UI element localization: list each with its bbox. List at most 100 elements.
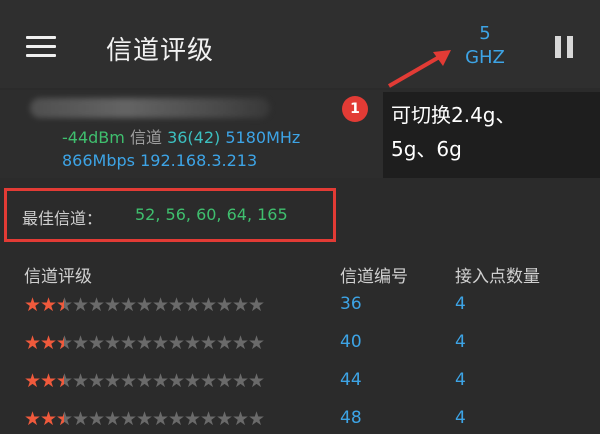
star-icon: ★ [232, 294, 249, 316]
ap-count: 4 [455, 408, 466, 428]
star-icon: ★ [104, 294, 121, 316]
star-icon: ★ [88, 370, 105, 392]
star-icon: ★ [184, 370, 201, 392]
best-channel-label: 最佳信道： [22, 209, 103, 228]
star-icon: ★ [24, 370, 41, 392]
band-tooltip: 可切换2.4g、 5g、6g [383, 92, 600, 178]
star-icon: ★ [200, 294, 217, 316]
ap-count: 4 [455, 332, 466, 352]
connection-line-2: 866Mbps 192.168.3.213 [62, 151, 257, 170]
star-icon: ★★ [56, 370, 73, 392]
star-icon: ★ [248, 332, 265, 354]
channel-number: 44 [340, 370, 362, 390]
star-icon: ★ [104, 332, 121, 354]
star-icon: ★ [216, 294, 233, 316]
channel-number: 40 [340, 332, 362, 352]
column-header-rating: 信道评级 [24, 267, 92, 287]
channel-row[interactable]: ★★★★★★★★★★★★★★★★ 36 4 [0, 290, 600, 320]
annotation-badge: 1 [342, 96, 368, 122]
ip-address: 192.168.3.213 [140, 151, 258, 170]
star-icon: ★ [72, 294, 89, 316]
star-icon: ★ [232, 332, 249, 354]
star-icon: ★ [88, 332, 105, 354]
star-icon: ★ [104, 408, 121, 430]
band-unit: GHZ [465, 47, 505, 68]
star-icon: ★ [184, 408, 201, 430]
star-icon: ★★ [56, 408, 73, 430]
star-icon: ★ [120, 370, 137, 392]
ap-count: 4 [455, 294, 466, 314]
star-icon: ★ [24, 294, 41, 316]
app-bar: 信道评级 5 GHZ [0, 0, 600, 88]
rating-stars: ★★★★★★★★★★★★★★★★ [24, 294, 265, 316]
star-icon: ★ [40, 408, 57, 430]
star-icon: ★ [104, 370, 121, 392]
channel-row[interactable]: ★★★★★★★★★★★★★★★★ 40 4 [0, 328, 600, 358]
star-icon: ★ [216, 408, 233, 430]
star-icon: ★ [200, 370, 217, 392]
star-icon: ★ [200, 408, 217, 430]
star-icon: ★ [200, 332, 217, 354]
star-icon: ★ [232, 408, 249, 430]
rating-stars: ★★★★★★★★★★★★★★★★ [24, 370, 265, 392]
column-header-ap-count: 接入点数量 [455, 267, 540, 287]
star-icon: ★ [168, 294, 185, 316]
band-toggle-button[interactable]: 5 GHZ [452, 22, 518, 70]
star-icon: ★ [216, 370, 233, 392]
connection-info: -44dBm 信道 36(42) 5180MHz 866Mbps 192.168… [0, 90, 390, 178]
frequency: 5180MHz [225, 128, 301, 147]
star-icon: ★★ [56, 294, 73, 316]
star-icon: ★ [168, 370, 185, 392]
current-channel: 36(42) [167, 128, 221, 147]
best-channel-values: 52, 56, 60, 64, 165 [135, 205, 288, 224]
star-icon: ★ [152, 370, 169, 392]
star-icon: ★ [136, 332, 153, 354]
star-icon: ★ [72, 408, 89, 430]
star-icon: ★ [136, 370, 153, 392]
menu-icon[interactable] [26, 36, 56, 58]
star-icon: ★ [136, 408, 153, 430]
star-icon: ★ [40, 332, 57, 354]
channel-label: 信道 [129, 128, 162, 147]
connection-line-1: -44dBm 信道 36(42) 5180MHz [62, 124, 300, 148]
star-icon: ★★ [56, 332, 73, 354]
star-icon: ★ [120, 408, 137, 430]
rating-stars: ★★★★★★★★★★★★★★★★ [24, 332, 265, 354]
star-icon: ★ [152, 408, 169, 430]
star-icon: ★ [40, 370, 57, 392]
star-icon: ★ [232, 370, 249, 392]
star-icon: ★ [72, 332, 89, 354]
channel-row[interactable]: ★★★★★★★★★★★★★★★★444 [0, 366, 600, 396]
star-icon: ★ [248, 370, 265, 392]
channel-number: 36 [340, 294, 362, 314]
ap-count: 4 [455, 370, 466, 390]
link-speed: 866Mbps [62, 151, 135, 170]
star-icon: ★ [216, 332, 233, 354]
star-icon: ★ [168, 408, 185, 430]
star-icon: ★ [152, 294, 169, 316]
star-icon: ★ [88, 294, 105, 316]
channel-row[interactable]: ★★★★★★★★★★★★★★★★484 [0, 404, 600, 434]
page-title: 信道评级 [106, 36, 215, 66]
star-icon: ★ [248, 294, 265, 316]
star-icon: ★ [24, 408, 41, 430]
star-icon: ★ [88, 408, 105, 430]
star-icon: ★ [40, 294, 57, 316]
column-header-channel: 信道编号 [340, 267, 408, 287]
star-icon: ★ [168, 332, 185, 354]
band-number: 5 [479, 23, 491, 44]
tooltip-line-1: 可切换2.4g、 [391, 103, 516, 127]
star-icon: ★ [120, 294, 137, 316]
channel-number: 48 [340, 408, 362, 428]
star-icon: ★ [72, 370, 89, 392]
star-icon: ★ [248, 408, 265, 430]
annotation-arrow-icon [388, 50, 451, 88]
star-icon: ★ [152, 332, 169, 354]
pause-icon[interactable] [555, 36, 575, 58]
signal-strength: -44dBm [62, 128, 125, 147]
tooltip-line-2: 5g、6g [391, 137, 462, 161]
star-icon: ★ [24, 332, 41, 354]
star-icon: ★ [136, 294, 153, 316]
ssid-blurred [30, 98, 270, 118]
star-icon: ★ [120, 332, 137, 354]
